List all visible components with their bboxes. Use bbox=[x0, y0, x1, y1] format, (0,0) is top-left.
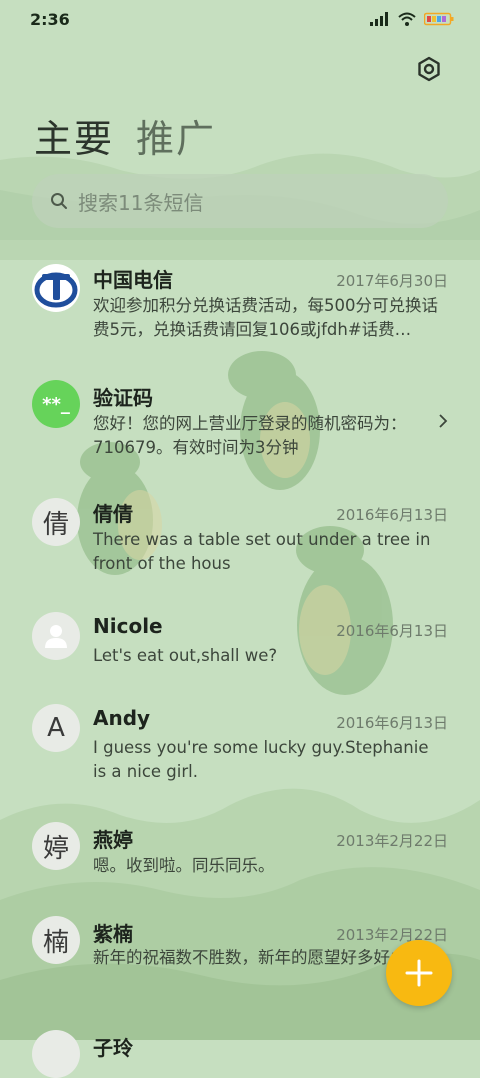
conversation-date: 2016年6月13日 bbox=[336, 622, 448, 640]
search-placeholder: 搜索11条短信 bbox=[78, 190, 204, 215]
status-bar: 2:36 bbox=[0, 0, 480, 40]
verification-avatar: **_ bbox=[32, 380, 80, 428]
plus-icon bbox=[405, 959, 433, 987]
conversation-name: 燕婷 bbox=[93, 828, 133, 852]
conversation-name: 子玲 bbox=[93, 1036, 133, 1060]
conversation-date: 2016年6月13日 bbox=[336, 714, 448, 732]
conversation-item[interactable]: 中国电信 2017年6月30日 欢迎参加积分兑换话费活动，每500分可兑换话费5… bbox=[0, 254, 480, 364]
conversation-preview: Let's eat out,shall we? bbox=[93, 646, 278, 665]
search-bar[interactable]: 搜索11条短信 bbox=[32, 174, 448, 228]
conversation-item[interactable]: A Andy 2016年6月13日 I guess you're some lu… bbox=[0, 704, 480, 814]
conversation-preview: I guess you're some lucky guy.Stephanie … bbox=[93, 738, 429, 781]
conversation-item[interactable]: 子玲 bbox=[0, 1026, 480, 1078]
conversation-item[interactable]: 倩 倩倩 2016年6月13日 There was a table set ou… bbox=[0, 494, 480, 604]
conversation-date: 2016年6月13日 bbox=[336, 506, 448, 524]
tab-primary[interactable]: 主要 bbox=[34, 108, 114, 163]
contact-avatar: 婷 bbox=[32, 822, 80, 870]
conversation-preview: 欢迎参加积分兑换话费活动，每500分可兑换话费5元，兑换话费请回复106或jfd… bbox=[93, 296, 438, 339]
conversation-item[interactable]: Nicole 2016年6月13日 Let's eat out,shall we… bbox=[0, 610, 480, 700]
conversation-item[interactable]: 婷 燕婷 2013年2月22日 嗯。收到啦。同乐同乐。 bbox=[0, 820, 480, 910]
wifi-icon bbox=[398, 12, 416, 26]
conversation-name: 倩倩 bbox=[93, 502, 133, 526]
contact-avatar bbox=[32, 1030, 80, 1078]
conversation-name: 紫楠 bbox=[93, 922, 133, 946]
new-message-button[interactable] bbox=[386, 940, 452, 1006]
status-time: 2:36 bbox=[30, 10, 70, 29]
conversation-preview: 嗯。收到啦。同乐同乐。 bbox=[93, 856, 275, 875]
signal-icon bbox=[370, 12, 388, 26]
conversation-name: Andy bbox=[93, 706, 151, 730]
conversation-name: Nicole bbox=[93, 614, 163, 638]
conversation-preview: 您好！您的网上营业厅登录的随机密码为：710679。有效时间为3分钟 bbox=[93, 414, 407, 457]
tab-promotions[interactable]: 推广 bbox=[136, 108, 216, 163]
china-telecom-logo-icon bbox=[32, 264, 80, 312]
conversation-preview: There was a table set out under a tree i… bbox=[93, 530, 431, 573]
conversation-preview: 新年的祝福数不胜数，新年的愿望好多好多，新年的问候依旧美好，在这个温馨的时刻… bbox=[93, 948, 413, 967]
person-icon bbox=[32, 612, 80, 660]
contact-avatar: 倩 bbox=[32, 498, 80, 546]
conversation-date: 2013年2月22日 bbox=[336, 832, 448, 850]
conversation-name: 中国电信 bbox=[93, 268, 173, 292]
battery-icon bbox=[424, 12, 454, 26]
tab-bar: 主要 推广 bbox=[34, 108, 216, 163]
settings-gear-icon[interactable] bbox=[416, 56, 442, 82]
conversation-item[interactable]: **_ 验证码 您好！您的网上营业厅登录的随机密码为：710679。有效时间为3… bbox=[0, 372, 480, 482]
chevron-right-icon bbox=[439, 414, 448, 428]
conversation-date: 2017年6月30日 bbox=[336, 272, 448, 290]
search-icon bbox=[51, 193, 67, 209]
contact-avatar: A bbox=[32, 704, 80, 752]
status-icons bbox=[370, 12, 454, 26]
conversation-name: 验证码 bbox=[93, 386, 153, 410]
contact-avatar: 楠 bbox=[32, 916, 80, 964]
